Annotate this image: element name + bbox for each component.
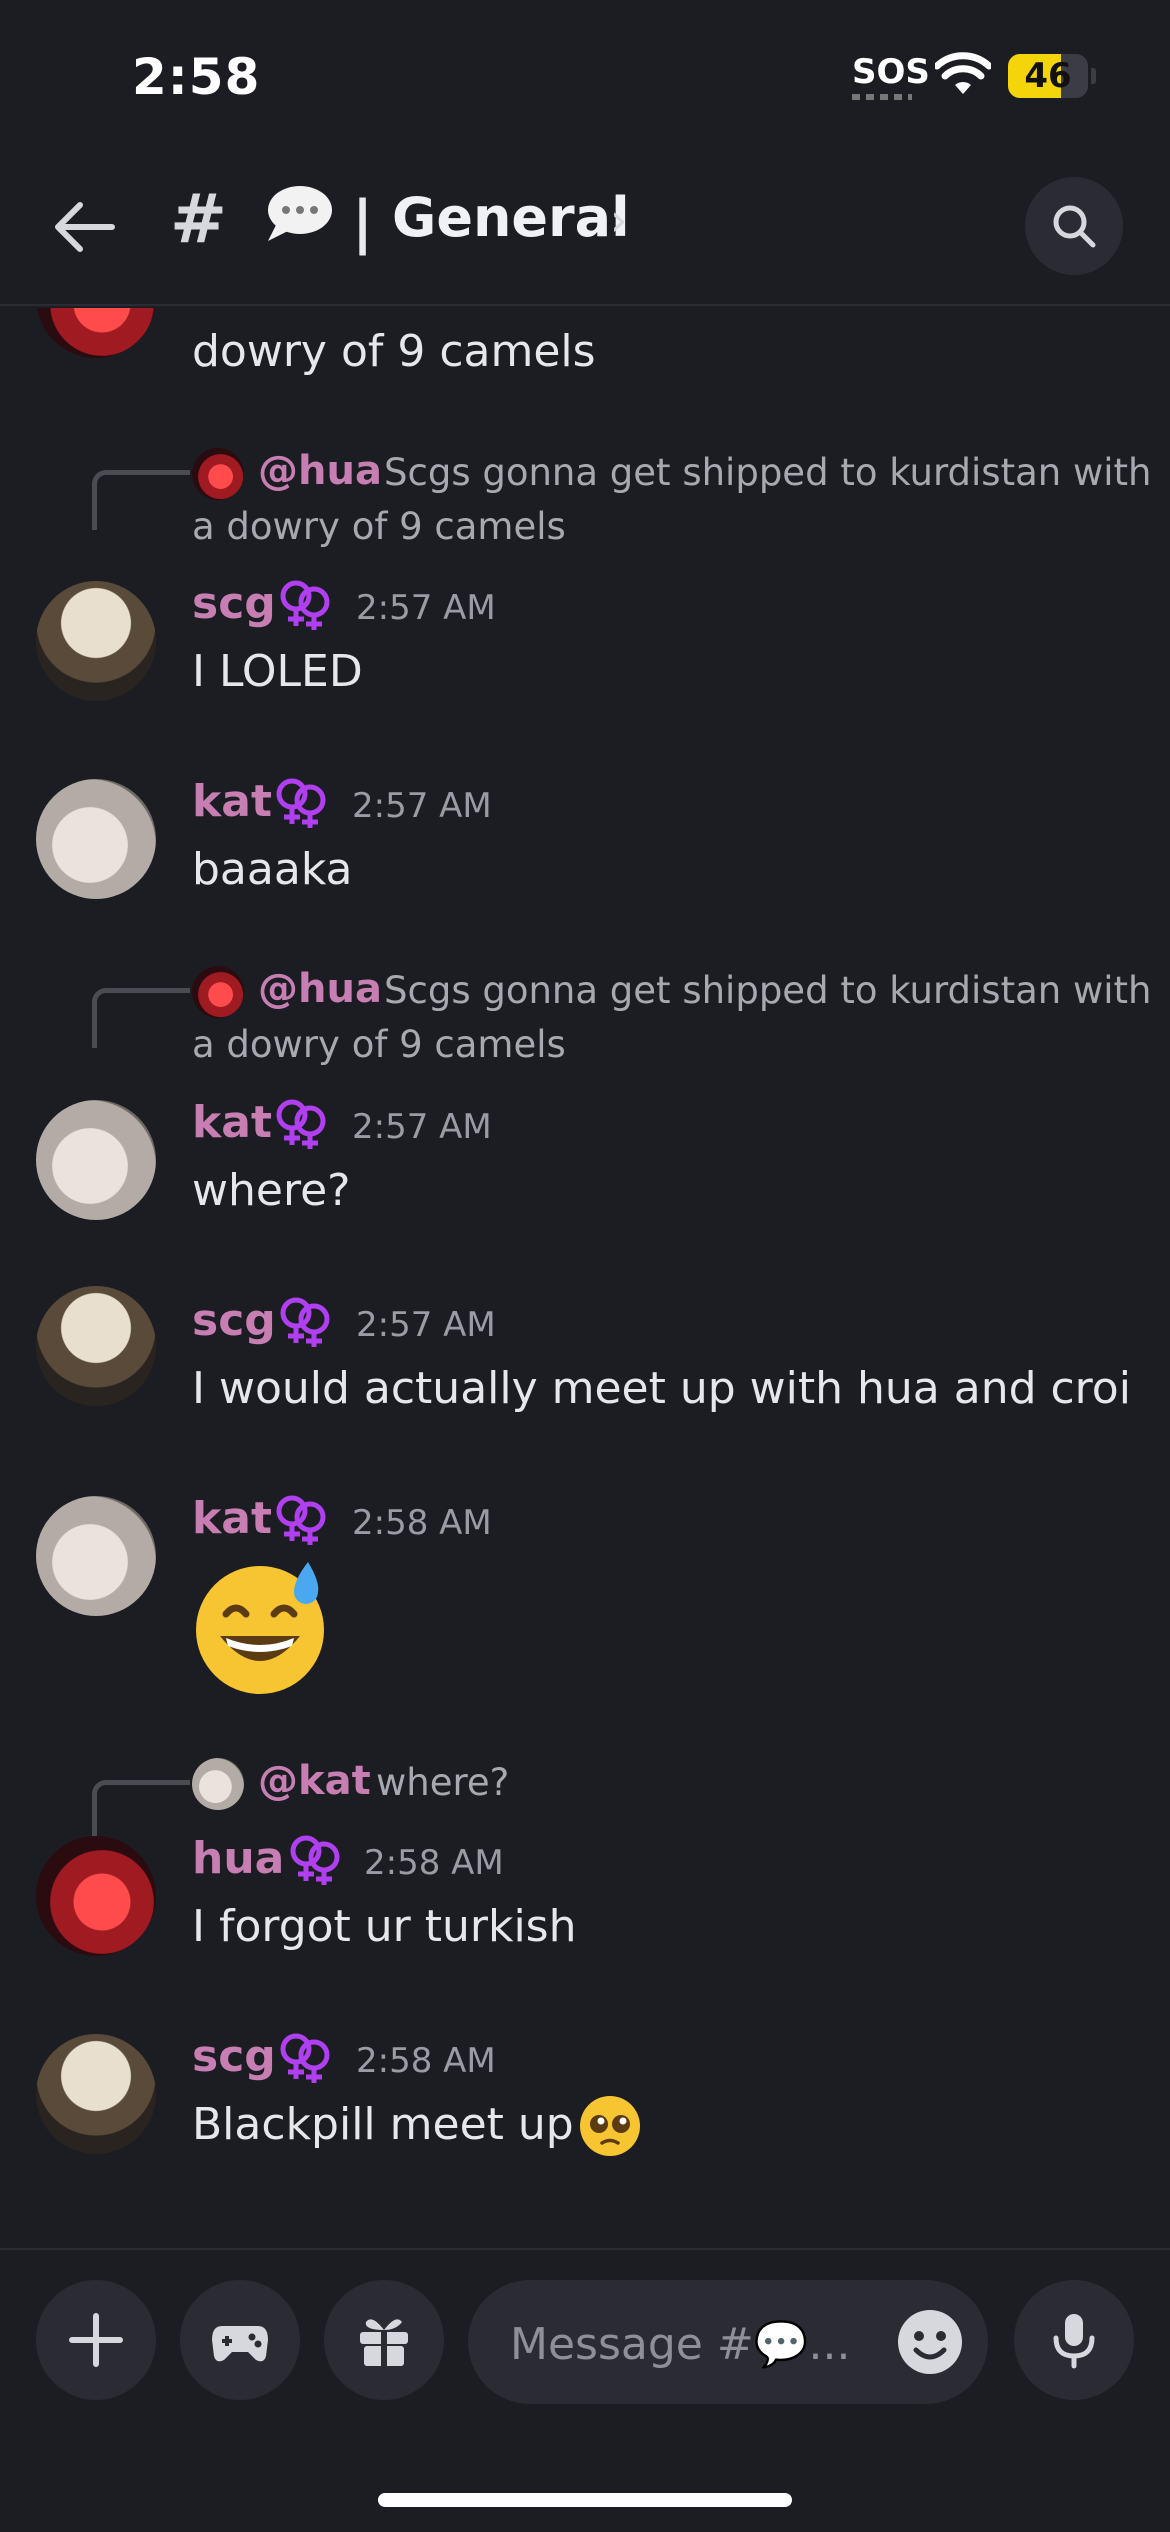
reply-mention[interactable]: @kat: [258, 1758, 371, 1804]
battery-level: 46: [1024, 56, 1072, 96]
female-pair-icon: [276, 1495, 326, 1545]
avatar[interactable]: [36, 1496, 156, 1616]
message-timestamp: 2:57 AM: [352, 1107, 492, 1147]
message-author[interactable]: kat: [192, 776, 272, 827]
female-pair-icon: [276, 778, 326, 828]
female-pair-icon: [280, 580, 330, 630]
message-text: where?: [192, 1165, 351, 1216]
message-timestamp: 2:58 AM: [352, 1503, 492, 1543]
signal-dots: [852, 94, 912, 100]
battery-tip: [1091, 68, 1096, 84]
female-pair-icon: [280, 2033, 330, 2083]
battery-indicator: 46: [1008, 54, 1088, 98]
female-pair-icon: [276, 1099, 326, 1149]
emoji-icon[interactable]: [896, 2308, 964, 2376]
wifi-icon: [935, 52, 991, 94]
composer-bar: Message #💬...: [0, 2248, 1170, 2532]
message-author[interactable]: kat: [192, 1493, 272, 1544]
message-text: dowry of 9 camels: [192, 326, 596, 377]
message-author[interactable]: scg: [192, 1295, 276, 1346]
status-bar: 2:58 SOS 46: [0, 0, 1170, 150]
reply-avatar: [192, 1758, 244, 1810]
reply-connector: [92, 1780, 190, 1840]
activities-button[interactable]: [180, 2280, 300, 2400]
microphone-icon: [1053, 2314, 1095, 2369]
chevron-right-icon[interactable]: ›: [610, 195, 628, 246]
reply-connector: [92, 988, 190, 1048]
message-text: I LOLED: [192, 646, 363, 697]
message-author[interactable]: scg: [192, 578, 276, 629]
add-button[interactable]: [36, 2280, 156, 2400]
gift-icon: [360, 2319, 408, 2366]
reply-preview[interactable]: Scgs gonna get shipped to kurdistan with: [384, 451, 1151, 494]
plus-icon: [69, 2313, 123, 2367]
channel-hash-icon: #: [170, 180, 227, 259]
message-text: I would actually meet up with hua and cr…: [192, 1363, 1131, 1414]
back-arrow-icon[interactable]: [50, 192, 120, 262]
speech-balloon-icon: [268, 186, 332, 241]
avatar[interactable]: [36, 1100, 156, 1220]
avatar[interactable]: [36, 2034, 156, 2154]
reply-avatar: [192, 448, 244, 500]
reply-avatar: [192, 966, 244, 1018]
home-indicator[interactable]: [378, 2493, 792, 2507]
channel-name[interactable]: General: [392, 186, 630, 249]
message-input[interactable]: Message #💬...: [468, 2280, 988, 2404]
avatar[interactable]: [36, 1286, 156, 1406]
channel-separator: |: [352, 188, 374, 256]
reply-preview-cont[interactable]: a dowry of 9 camels: [192, 505, 566, 548]
avatar[interactable]: [36, 308, 156, 358]
gift-button[interactable]: [324, 2280, 444, 2400]
message-author[interactable]: kat: [192, 1097, 272, 1148]
grinning-face-with-sweat-icon: [196, 1562, 324, 1694]
search-icon: [1053, 205, 1096, 248]
reply-mention[interactable]: @hua: [258, 966, 382, 1012]
message-text: Blackpill meet up: [192, 2099, 574, 2150]
message-list[interactable]: dowry of 9 camels @hua Scgs gonna get sh…: [0, 308, 1170, 2248]
message-timestamp: 2:57 AM: [356, 588, 496, 628]
reply-preview[interactable]: where?: [376, 1761, 509, 1804]
message-author[interactable]: hua: [192, 1833, 284, 1884]
reply-connector: [92, 470, 190, 530]
message-text: baaaka: [192, 844, 353, 895]
gamepad-icon: [212, 2326, 268, 2362]
status-time: 2:58: [132, 48, 261, 106]
avatar[interactable]: [36, 1836, 156, 1956]
message-text: I forgot ur turkish: [192, 1901, 577, 1952]
female-pair-icon: [290, 1835, 340, 1885]
message-placeholder: Message #💬...: [510, 2319, 851, 2370]
search-button[interactable]: [1025, 177, 1123, 275]
message-timestamp: 2:57 AM: [356, 1305, 496, 1345]
reply-mention[interactable]: @hua: [258, 448, 382, 494]
voice-button[interactable]: [1014, 2280, 1134, 2400]
reply-preview[interactable]: Scgs gonna get shipped to kurdistan with: [384, 969, 1151, 1012]
reply-preview-cont[interactable]: a dowry of 9 camels: [192, 1023, 566, 1066]
pleading-face-icon: [580, 2096, 640, 2156]
message-timestamp: 2:58 AM: [356, 2041, 496, 2081]
message-author[interactable]: scg: [192, 2031, 276, 2082]
avatar[interactable]: [36, 779, 156, 899]
message-timestamp: 2:57 AM: [352, 786, 492, 826]
sos-indicator: SOS: [852, 52, 930, 92]
female-pair-icon: [280, 1297, 330, 1347]
avatar[interactable]: [36, 581, 156, 701]
message-timestamp: 2:58 AM: [364, 1843, 504, 1883]
channel-header: # | General ›: [0, 150, 1170, 306]
